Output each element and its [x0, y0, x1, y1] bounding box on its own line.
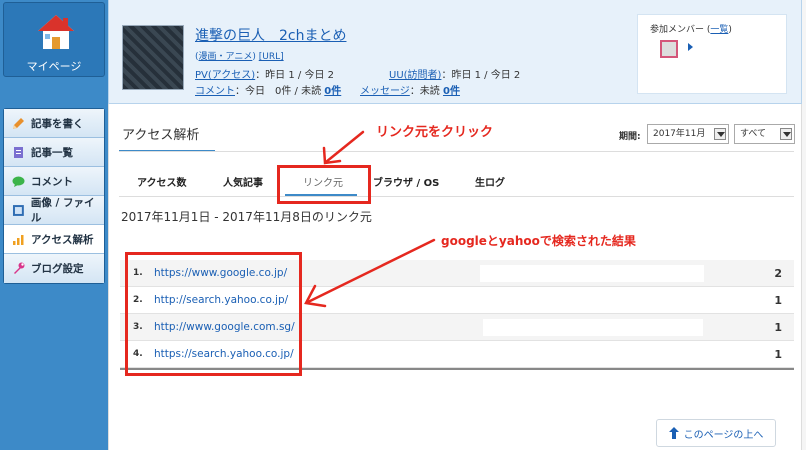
- message-stat: メッセージ：未読 0件: [360, 82, 460, 97]
- blog-title-link[interactable]: 進撃の巨人 2chまとめ: [195, 25, 346, 45]
- page-title: アクセス解析: [122, 128, 200, 143]
- sidebar-item-comments[interactable]: コメント: [4, 167, 104, 196]
- comment-bubble-icon: [12, 176, 25, 187]
- back-to-top-button[interactable]: このページの上へ: [656, 419, 776, 447]
- sidebar-item-settings[interactable]: ブログ設定: [4, 254, 104, 283]
- sidebar-item-label: ブログ設定: [31, 263, 84, 275]
- comment-link[interactable]: コメント: [195, 86, 235, 97]
- members-prefix: 参加メンバー (: [650, 25, 711, 35]
- bar-chart-icon: [13, 234, 24, 245]
- back-to-top-label: このページの上へ: [683, 429, 764, 441]
- url-link[interactable]: [URL]: [259, 52, 284, 62]
- count: 2: [774, 266, 782, 280]
- count: 1: [774, 320, 782, 334]
- tab-browser-os[interactable]: ブラウザ / OS: [373, 174, 439, 189]
- image-file-icon: [12, 204, 24, 216]
- period-select[interactable]: 2017年11月: [647, 124, 729, 144]
- chevron-down-icon: [714, 128, 726, 140]
- comment-value: ：今日 0件 / 未読: [235, 86, 322, 97]
- result-annotation: googleとyahooで検索された結果: [441, 234, 636, 248]
- sidebar-item-label: コメント: [31, 175, 73, 188]
- count-bar: [483, 319, 703, 336]
- date-range-heading: 2017年11月1日 - 2017年11月8日のリンク元: [121, 210, 372, 224]
- period-value: 2017年11月: [653, 129, 706, 139]
- category-link[interactable]: 漫画・アニメ: [199, 52, 253, 62]
- divider: [119, 151, 794, 152]
- tab-highlight-box: [277, 165, 371, 204]
- members-list-link[interactable]: 一覧: [710, 25, 728, 35]
- sidebar-item-analytics[interactable]: アクセス解析: [4, 225, 104, 254]
- sidebar-nav: 記事を書く 記事一覧 コメント 画像 / ファイル アクセス解析 ブログ設定: [3, 108, 105, 284]
- tab-access-count[interactable]: アクセス数: [137, 174, 187, 189]
- avatar[interactable]: [660, 40, 678, 58]
- blog-category: (漫画・アニメ) [URL]: [195, 49, 284, 62]
- click-annotation: リンク元をクリック: [376, 125, 494, 140]
- sidebar-item-write[interactable]: 記事を書く: [4, 109, 104, 138]
- members-label: 参加メンバー (一覧): [650, 22, 732, 35]
- category-close: ): [252, 52, 256, 62]
- mypage-button[interactable]: マイページ: [3, 2, 105, 77]
- tab-raw-log[interactable]: 生ログ: [475, 174, 505, 189]
- count-bar: [480, 265, 704, 282]
- message-link[interactable]: メッセージ: [360, 86, 410, 97]
- sidebar-item-articles[interactable]: 記事一覧: [4, 138, 104, 167]
- divider: [119, 196, 794, 197]
- members-box: 参加メンバー (一覧): [637, 14, 787, 94]
- message-unread-link[interactable]: 0件: [443, 86, 460, 97]
- comment-unread-link[interactable]: 0件: [324, 86, 341, 97]
- period-label: 期間:: [619, 132, 641, 142]
- message-value: ：未読: [409, 86, 440, 97]
- document-list-icon: [14, 146, 23, 158]
- uu-value: ：昨日 1 / 今日 2: [441, 70, 521, 81]
- pv-link[interactable]: PV(アクセス): [195, 70, 255, 81]
- next-arrow-icon[interactable]: [688, 43, 693, 51]
- arrow-up-icon: [668, 427, 679, 439]
- mypage-label: マイページ: [26, 60, 82, 73]
- count: 1: [774, 347, 782, 361]
- wrench-icon: [14, 262, 25, 274]
- pv-stat: PV(アクセス)：昨日 1 / 今日 2: [195, 66, 334, 81]
- house-icon: [38, 15, 74, 49]
- pv-value: ：昨日 1 / 今日 2: [255, 70, 334, 81]
- sidebar-item-images[interactable]: 画像 / ファイル: [4, 196, 104, 225]
- type-select[interactable]: すべて: [734, 124, 795, 144]
- sidebar-item-label: 記事一覧: [31, 146, 73, 159]
- sidebar-item-label: アクセス解析: [31, 233, 94, 246]
- count: 1: [774, 293, 782, 307]
- tab-popular-articles[interactable]: 人気記事: [223, 174, 263, 189]
- sidebar: マイページ 記事を書く 記事一覧 コメント 画像 / ファイル アクセス解析 ブ…: [0, 0, 108, 450]
- uu-stat: UU(訪問者)：昨日 1 / 今日 2: [389, 66, 520, 81]
- blog-thumbnail: [122, 25, 184, 90]
- comment-stat: コメント：今日 0件 / 未読 0件: [195, 82, 341, 97]
- sidebar-item-label: 画像 / ファイル: [30, 197, 95, 224]
- pencil-icon: [13, 117, 24, 129]
- chevron-down-icon: [780, 128, 792, 140]
- results-highlight-box: [125, 252, 302, 376]
- blog-header: 進撃の巨人 2chまとめ (漫画・アニメ) [URL] PV(アクセス)：昨日 …: [108, 0, 802, 104]
- type-value: すべて: [740, 129, 767, 139]
- uu-link[interactable]: UU(訪問者): [389, 70, 441, 81]
- members-suffix: ): [728, 25, 732, 35]
- sidebar-item-label: 記事を書く: [31, 117, 84, 130]
